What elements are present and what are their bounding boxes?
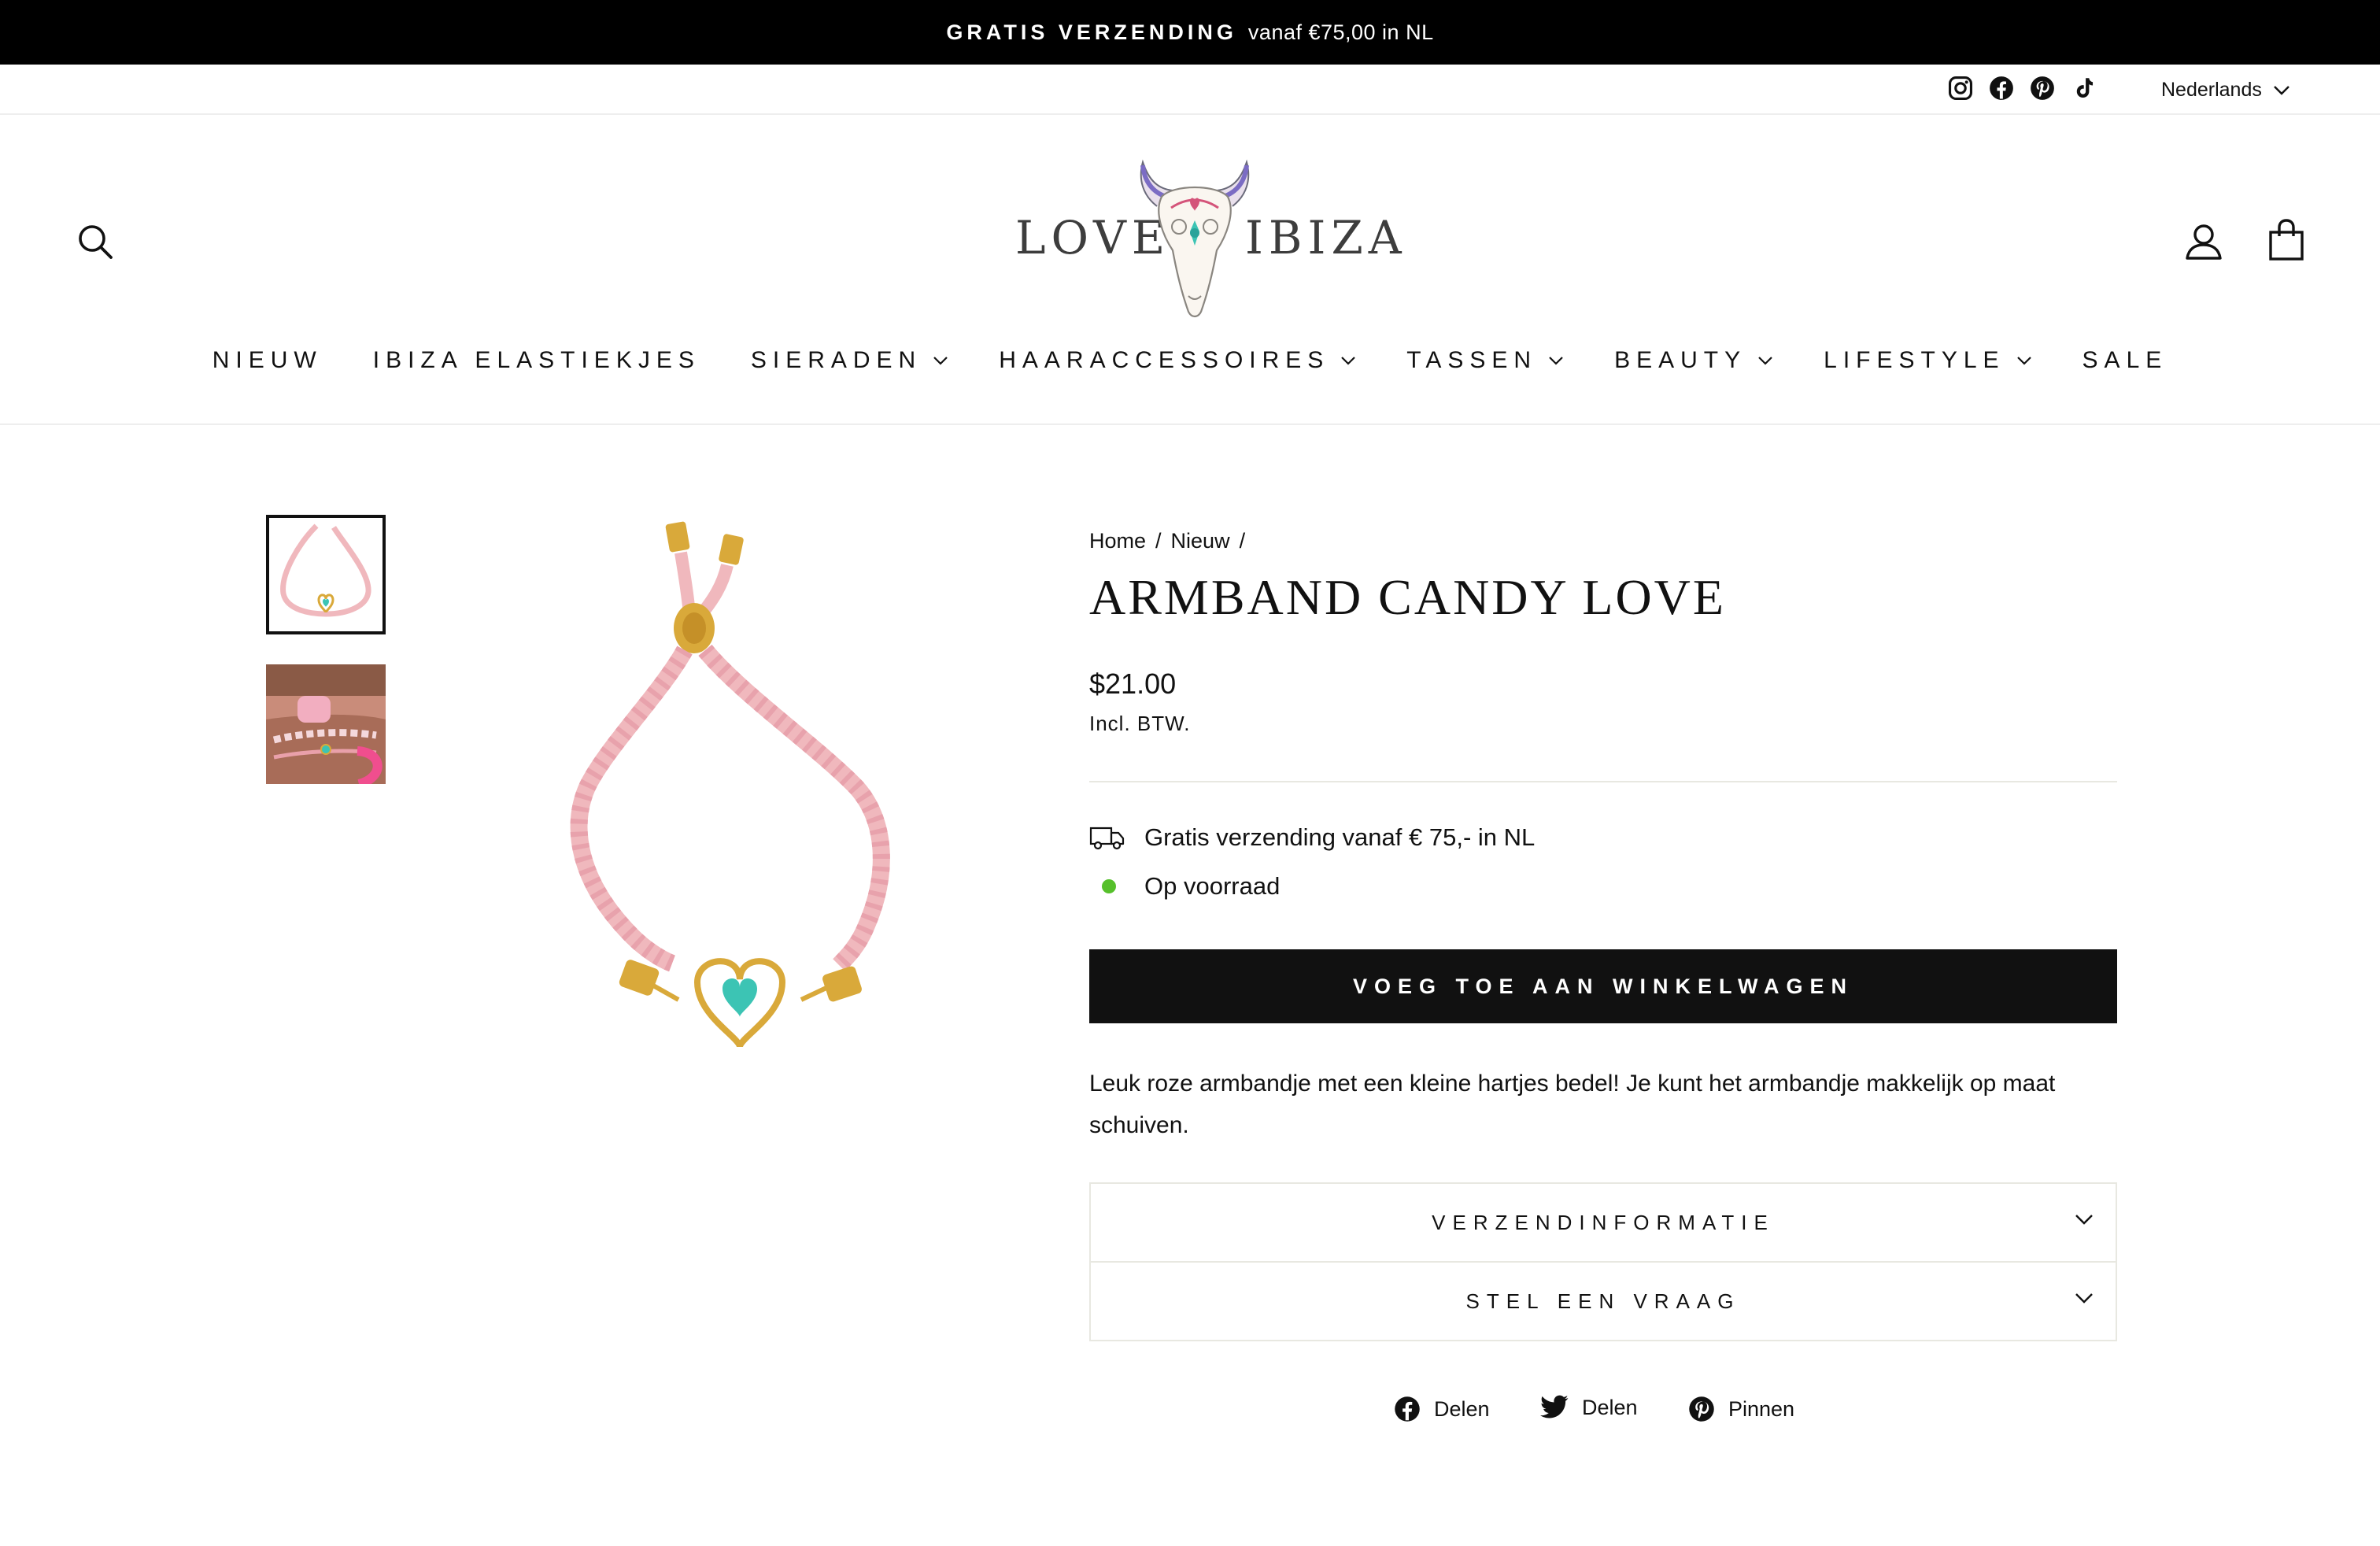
account-icon[interactable] [2185,222,2223,261]
breadcrumb-home[interactable]: Home [1089,529,1146,553]
add-to-cart-button[interactable]: VOEG TOE AAN WINKELWAGEN [1089,949,2117,1023]
accordion-shipping-info[interactable]: VERZENDINFORMATIE [1089,1182,2117,1263]
share-label: Pinnen [1728,1396,1795,1421]
language-label: Nederlands [2161,79,2262,101]
breadcrumb-separator: / [1239,529,1246,553]
cart-icon[interactable] [2268,219,2304,261]
logo-text-right: IBIZA [1245,211,1407,264]
nav-item-haaraccessoires[interactable]: HAARACCESSOIRES [999,347,1356,374]
nav-label: SIERADEN [750,347,922,373]
nav-label: NIEUW [212,347,323,373]
nav-label: SALE [2082,347,2168,373]
accordion-label: STEL EEN VRAAG [1465,1289,1741,1313]
shipping-text: Gratis verzending vanaf € 75,- in NL [1144,823,1536,851]
accordion-ask-question[interactable]: STEL EEN VRAAG [1089,1261,2117,1341]
share-facebook[interactable]: Delen [1393,1395,1490,1423]
stock-text: Op voorraad [1144,872,1281,900]
delivery-truck-icon [1089,827,1125,850]
product-description: Leuk roze armbandje met een kleine hartj… [1089,1071,2056,1138]
share-label: Delen [1434,1396,1490,1421]
chevron-down-icon [1341,357,1356,365]
product-price: $21.00 [1089,668,1177,700]
divider [1089,781,2117,782]
shipping-info: Gratis verzending vanaf € 75,- in NL [1089,823,1535,852]
nav-item-beauty[interactable]: BEAUTY [1614,347,1773,374]
product-main-image [409,512,992,1078]
pinterest-icon[interactable] [2029,75,2056,102]
nav-item-ibiza-elastiekjes[interactable]: IBIZA ELASTIEKJES [373,347,700,374]
share-label: Delen [1582,1395,1638,1419]
facebook-icon [1395,1396,1420,1422]
instagram-icon[interactable] [1947,75,1974,102]
nav-item-sieraden[interactable]: SIERADEN [751,347,948,374]
social-links [1947,75,2097,102]
nav-label: BEAUTY [1614,347,1747,373]
pinterest-icon [1689,1396,1714,1422]
nav-label: TASSEN [1406,347,1538,373]
breadcrumb: Home / Nieuw / [1089,529,1245,553]
nav-item-sale[interactable]: SALE [2082,347,2168,374]
main-navigation: NIEUW IBIZA ELASTIEKJES SIERADEN HAARACC… [0,337,2380,384]
stock-status: Op voorraad [1089,872,1280,901]
chevron-down-icon [2016,357,2031,365]
nav-item-nieuw[interactable]: NIEUW [213,347,323,374]
nav-label: LIFESTYLE [1824,347,2005,373]
tax-note: Incl. BTW. [1089,712,1191,735]
breadcrumb-category[interactable]: Nieuw [1171,529,1230,553]
chevron-down-icon [1549,357,1563,365]
chevron-down-icon [2274,85,2289,95]
in-stock-indicator [1102,879,1116,893]
chevron-down-icon [2075,1215,2093,1225]
announcement-strong: GRATIS VERZENDING [946,20,1237,44]
utility-bar: Nederlands [0,65,2380,115]
chevron-down-icon [1758,357,1772,365]
product-thumbnail-2[interactable] [266,664,386,784]
share-pinterest[interactable]: Pinnen [1687,1395,1794,1423]
nav-item-lifestyle[interactable]: LIFESTYLE [1824,347,2031,374]
search-icon[interactable] [76,222,115,261]
breadcrumb-separator: / [1155,529,1162,553]
bracelet-worn-image [266,664,386,784]
nav-label: HAARACCESSOIRES [999,347,1330,373]
chevron-down-icon [2075,1293,2093,1304]
accordion-label: VERZENDINFORMATIE [1432,1210,1775,1234]
product-title: ARMBAND CANDY LOVE [1089,569,1726,625]
announcement-bar: GRATIS VERZENDING vanaf €75,00 in NL [0,0,2380,65]
header-divider [0,423,2380,425]
chevron-down-icon [933,357,948,365]
bracelet-thumbnail-image [269,518,382,631]
twitter-icon [1540,1395,1569,1418]
announcement-text: vanaf €75,00 in NL [1247,20,1434,44]
nav-item-tassen[interactable]: TASSEN [1406,347,1564,374]
tiktok-icon[interactable] [2070,75,2097,102]
product-thumbnail-1[interactable] [266,515,386,634]
language-selector[interactable]: Nederlands [2161,79,2290,102]
store-logo[interactable]: LOVE IBIZA [1011,157,1402,323]
facebook-icon[interactable] [1988,75,2015,102]
share-twitter[interactable]: Delen [1539,1395,1638,1420]
nav-label: IBIZA ELASTIEKJES [372,347,700,373]
